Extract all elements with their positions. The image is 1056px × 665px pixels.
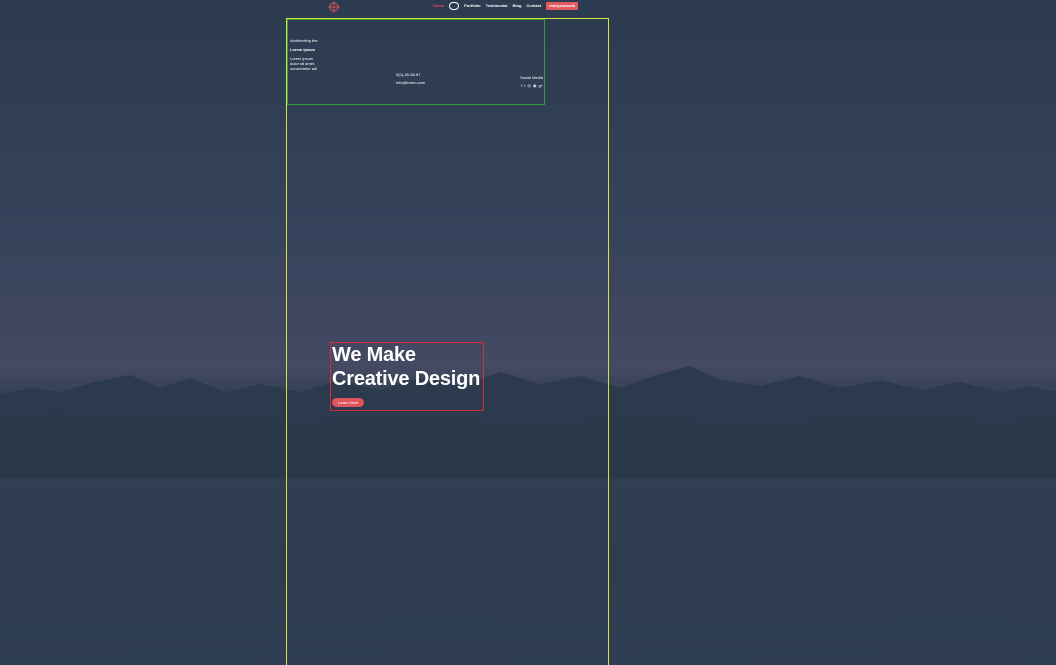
hero-title-line2: Creative Design xyxy=(332,368,481,390)
info-email[interactable]: info@lorem.com xyxy=(396,80,425,85)
nav-item-pill[interactable] xyxy=(449,2,460,10)
nav-item-portfolio[interactable]: Portfolio xyxy=(464,2,480,10)
info-panel-outline xyxy=(287,19,545,105)
learn-more-button[interactable]: Learn More xyxy=(332,398,365,407)
social-title: Social Media xyxy=(520,75,543,80)
crosshair-logo-icon[interactable] xyxy=(328,1,340,13)
facebook-icon[interactable]: f xyxy=(521,84,522,88)
nav-item-blog[interactable]: Blog xyxy=(513,2,522,10)
info-brand: Lorem Ipsum xyxy=(290,47,316,52)
google-plus-icon[interactable]: g+ xyxy=(538,84,543,88)
nav-item-home[interactable]: Home xyxy=(433,2,444,10)
social-icons: f t ◎ ◉ g+ xyxy=(505,84,543,88)
nav-item-contact[interactable]: Contact xyxy=(526,2,541,10)
hero-title-line1: We Make xyxy=(332,344,416,366)
top-navigation: Home Portfolio Testimonial Blog Contact … xyxy=(433,2,579,10)
info-about: Architecting the Lorem Ipsum Lorem ipsum… xyxy=(290,38,320,71)
info-tagline: Architecting the xyxy=(290,38,318,43)
info-social: Social Media f t ◎ ◉ g+ xyxy=(505,75,543,88)
twitter-icon[interactable]: t xyxy=(524,84,525,88)
info-phone[interactable]: 0(0)-45-58-87 xyxy=(396,72,425,77)
nav-item-testimonial[interactable]: Testimonial xyxy=(486,2,508,10)
nav-cta-button[interactable]: menyusmudk xyxy=(546,2,579,10)
hero-title: We Make Creative Design xyxy=(332,343,484,391)
info-contact: 0(0)-45-58-87 info@lorem.com xyxy=(396,72,425,85)
info-description: Lorem ipsum dolor sit amet, consectetur … xyxy=(290,56,318,71)
hero-section: We Make Creative Design Learn More xyxy=(332,343,484,409)
pinterest-icon[interactable]: ◉ xyxy=(533,84,537,88)
instagram-icon[interactable]: ◎ xyxy=(527,84,531,88)
